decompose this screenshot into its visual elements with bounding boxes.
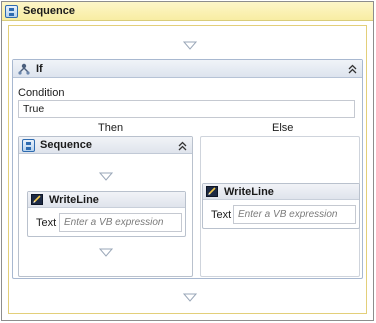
drop-arrow-icon[interactable] [183, 41, 197, 50]
writeline-header[interactable]: WriteLine [28, 192, 185, 208]
outer-sequence-title: Sequence [23, 5, 75, 17]
else-label: Else [272, 122, 294, 134]
then-label: Then [98, 122, 124, 134]
outer-sequence-body: If Condition True Then Else Sequence Wri… [8, 25, 367, 314]
writeline-text-input[interactable]: Enter a VB expression [233, 205, 356, 224]
writeline-icon [206, 186, 218, 197]
drop-arrow-icon[interactable] [183, 293, 197, 302]
if-activity[interactable]: If Condition True Then Else Sequence Wri… [12, 59, 363, 279]
writeline-title: WriteLine [224, 185, 274, 198]
outer-sequence-activity[interactable]: Sequence If Condition True Then Else Seq… [1, 1, 374, 321]
writeline-title: WriteLine [49, 193, 99, 206]
sequence-icon [5, 4, 18, 18]
condition-input[interactable]: True [18, 100, 355, 118]
outer-sequence-header[interactable]: Sequence [2, 2, 373, 21]
if-header[interactable]: If [13, 60, 362, 78]
then-sequence-header[interactable]: Sequence [19, 137, 192, 154]
then-writeline-activity[interactable]: WriteLine Text Enter a VB expression [27, 191, 186, 237]
if-icon [18, 63, 30, 75]
else-writeline-activity[interactable]: WriteLine Text Enter a VB expression [202, 183, 360, 229]
drop-arrow-icon[interactable] [99, 172, 113, 181]
writeline-icon [31, 194, 43, 205]
sequence-icon [22, 138, 35, 152]
writeline-text-input[interactable]: Enter a VB expression [59, 213, 182, 232]
then-sequence-activity[interactable]: Sequence WriteLine Text Enter a VB expre… [18, 136, 193, 277]
collapse-if-button[interactable] [347, 63, 358, 74]
then-sequence-title: Sequence [40, 139, 92, 151]
else-branch-container[interactable]: WriteLine Text Enter a VB expression [200, 136, 360, 277]
collapse-sequence-button[interactable] [177, 140, 188, 151]
workflow-designer-canvas: Sequence If Condition True Then Else Seq… [0, 0, 376, 323]
drop-arrow-icon[interactable] [99, 248, 113, 257]
writeline-header[interactable]: WriteLine [203, 184, 359, 200]
writeline-text-label: Text [211, 209, 232, 221]
condition-label: Condition [18, 87, 65, 99]
if-title: If [36, 62, 43, 75]
writeline-text-label: Text [36, 217, 57, 229]
